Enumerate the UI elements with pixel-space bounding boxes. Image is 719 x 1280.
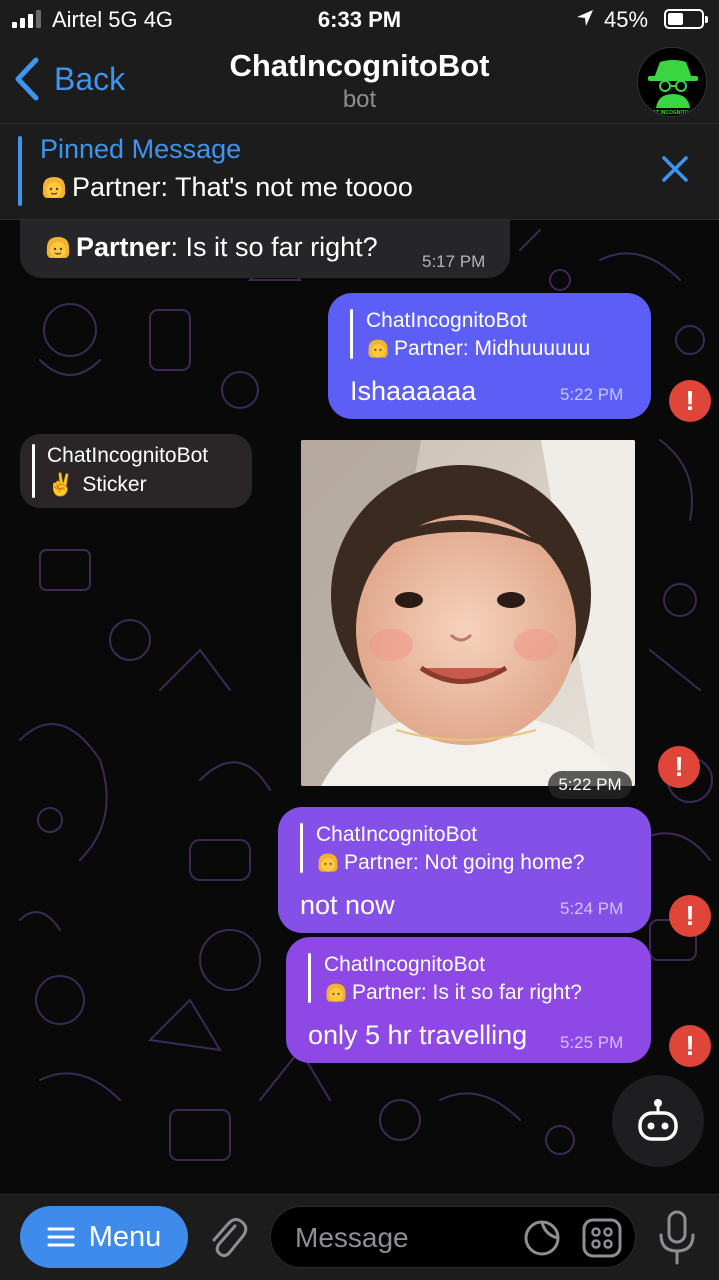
sticker-media[interactable] — [301, 440, 635, 786]
composer: Menu Message — [0, 1194, 719, 1280]
pinned-indicator — [18, 136, 22, 206]
sticker-image — [301, 440, 635, 786]
chat-title[interactable]: ChatIncognitoBot — [0, 48, 719, 84]
reply-indicator — [308, 953, 311, 1003]
sender-name: Partner — [76, 232, 171, 262]
reply-sender: ChatIncognitoBot — [324, 953, 486, 976]
message-input[interactable]: Message — [270, 1206, 636, 1268]
message-time: 5:24 PM — [560, 899, 624, 918]
microphone-icon[interactable] — [656, 1209, 698, 1267]
chat-history[interactable]: Partner: Is it so far right? 5:17 PM Cha… — [0, 220, 719, 1194]
victory-hand-icon: ✌️ — [47, 472, 75, 497]
message-text-row: Partner: Is it so far right? — [44, 232, 378, 263]
message-text: Ishaaaaaa — [350, 376, 477, 406]
message-text: only 5 hr travelling — [308, 1020, 528, 1050]
reply-preview: ✌️ Sticker — [47, 472, 147, 498]
reply-sender: ChatIncognitoBot — [316, 823, 478, 846]
menu-label: Menu — [88, 1220, 162, 1253]
paperclip-icon[interactable] — [205, 1212, 249, 1262]
battery-icon — [664, 9, 708, 29]
send-failed-icon[interactable]: ! — [669, 1025, 711, 1067]
sticker-reply-header[interactable]: ChatIncognitoBot ✌️ Sticker — [20, 434, 252, 508]
person-emoji-icon — [318, 853, 338, 872]
menu-button[interactable]: Menu — [20, 1206, 188, 1268]
reply-sender: ChatIncognitoBot — [366, 309, 528, 332]
chat-header: Back ChatIncognitoBot bot CHAT INCOGNITO… — [0, 40, 719, 124]
battery-percent: 45% — [604, 7, 649, 32]
pinned-message-banner[interactable]: Pinned Message Partner: That's not me to… — [0, 124, 719, 220]
reply-preview-text: Partner: Midhuuuuuu — [394, 337, 591, 360]
person-emoji-icon — [46, 236, 70, 258]
person-emoji-icon — [326, 983, 346, 1002]
message-time: 5:17 PM — [422, 252, 486, 271]
sticker-time: 5:22 PM — [548, 771, 632, 799]
outgoing-message[interactable]: ChatIncognitoBot Partner: Is it so far r… — [286, 937, 651, 1063]
send-failed-icon[interactable]: ! — [669, 380, 711, 422]
hamburger-icon — [47, 1227, 75, 1247]
message-text: : Is it so far right? — [170, 232, 378, 262]
outgoing-message[interactable]: ChatIncognitoBot Partner: Not going home… — [278, 807, 651, 933]
close-icon[interactable] — [660, 154, 690, 184]
message-placeholder: Message — [295, 1222, 409, 1253]
bot-keyboard-icon[interactable] — [581, 1217, 623, 1259]
reply-preview-text: Sticker — [82, 473, 147, 496]
message-time: 5:25 PM — [560, 1033, 624, 1052]
chat-subtitle: bot — [342, 86, 377, 113]
incognito-bot-logo-icon: CHAT INCOGNITO BOT — [638, 48, 706, 116]
bot-commands-button[interactable] — [612, 1075, 704, 1167]
message-time: 5:22 PM — [560, 385, 624, 404]
reply-preview-text: Partner: Is it so far right? — [352, 981, 582, 1004]
send-failed-icon[interactable]: ! — [658, 746, 700, 788]
location-arrow-icon — [577, 10, 593, 26]
reply-preview: Partner: Is it so far right? — [324, 981, 582, 1005]
reply-indicator — [300, 823, 303, 873]
status-bar: Airtel 5G 4G 6:33 PM 45% — [0, 0, 719, 40]
robot-icon — [638, 1099, 678, 1141]
reply-sender: ChatIncognitoBot — [47, 444, 209, 467]
pinned-title: Pinned Message — [40, 134, 242, 164]
reply-preview: Partner: Midhuuuuuu — [366, 337, 590, 361]
person-emoji-icon — [368, 339, 388, 358]
pinned-message-text: Partner: That's not me toooo — [72, 172, 413, 202]
bot-avatar[interactable]: CHAT INCOGNITO BOT — [637, 47, 707, 117]
reply-indicator — [350, 309, 353, 359]
person-emoji-icon — [42, 176, 66, 198]
reply-preview-text: Partner: Not going home? — [344, 851, 585, 874]
message-text: not now — [300, 890, 395, 920]
send-failed-icon[interactable]: ! — [669, 895, 711, 937]
reply-indicator — [32, 444, 35, 498]
sticker-icon[interactable] — [523, 1219, 561, 1257]
pinned-text-row: Partner: That's not me toooo — [40, 172, 413, 203]
incoming-message[interactable]: Partner: Is it so far right? 5:17 PM — [20, 220, 510, 278]
reply-preview: Partner: Not going home? — [316, 851, 584, 875]
outgoing-message[interactable]: ChatIncognitoBot Partner: Midhuuuuuu Ish… — [328, 293, 651, 419]
